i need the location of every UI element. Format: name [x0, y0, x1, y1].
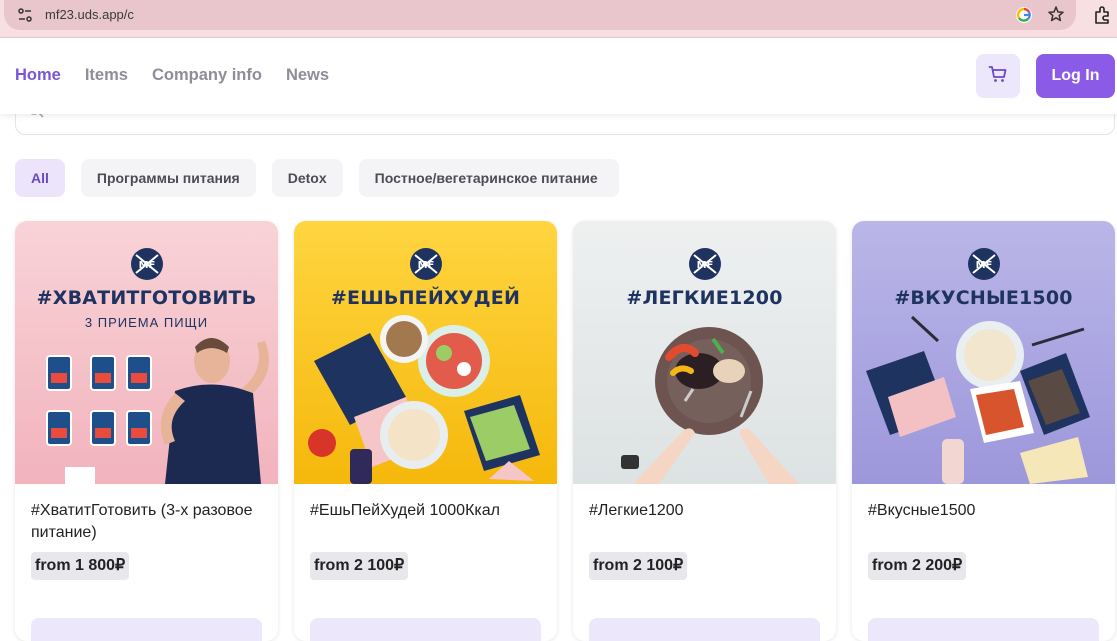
- cart-icon: [988, 64, 1008, 88]
- food-bowls-illustration: [308, 315, 540, 484]
- url-text[interactable]: mf23.uds.app/c: [45, 7, 134, 22]
- category-chip-detox[interactable]: Detox: [271, 159, 343, 197]
- product-image: MF #ЛЕГКИЕ1200: [573, 221, 836, 484]
- site-info-icon[interactable]: [12, 3, 38, 27]
- plate-illustration: [621, 327, 799, 484]
- google-icon[interactable]: [1014, 5, 1034, 25]
- product-image: MF #ЕШЬПЕЙХУДЕЙ: [294, 221, 557, 484]
- add-to-cart-button[interactable]: [589, 618, 820, 641]
- product-title[interactable]: #ЕшьПейХудей 1000Ккал: [310, 500, 546, 522]
- site-header: Home Items Company info News Log In: [0, 38, 1117, 114]
- address-bar[interactable]: mf23.uds.app/c: [4, 0, 1076, 30]
- extensions-icon[interactable]: [1092, 4, 1114, 26]
- product-card[interactable]: MF #ВКУСНЫЕ1500 #Вкусные1500 from 2 200₽: [852, 221, 1115, 641]
- category-chip-all[interactable]: All: [15, 159, 65, 197]
- food-boxes-illustration: [866, 315, 1090, 484]
- product-title[interactable]: #Легкие1200: [589, 500, 825, 522]
- add-to-cart-button[interactable]: [310, 618, 541, 641]
- nav-items[interactable]: Items: [85, 66, 128, 85]
- food-containers-illustration: [46, 338, 269, 484]
- category-chip-programs[interactable]: Программы питания: [80, 159, 256, 197]
- login-button[interactable]: Log In: [1036, 54, 1115, 98]
- product-image: MF #ВКУСНЫЕ1500: [852, 221, 1115, 484]
- category-chip-vegetarian[interactable]: Постное/вегетаринское питание: [358, 159, 619, 197]
- product-title[interactable]: #ХватитГотовить (3-х разовое питание): [31, 500, 267, 544]
- nav-news[interactable]: News: [286, 66, 329, 85]
- bookmark-star-icon[interactable]: [1046, 4, 1066, 24]
- product-card[interactable]: MF #ХВАТИТГОТОВИТЬ 3 ПРИЕМА ПИЩИ #Хватит…: [15, 221, 278, 641]
- main-nav: Home Items Company info News: [15, 66, 329, 85]
- product-grid: MF #ХВАТИТГОТОВИТЬ 3 ПРИЕМА ПИЩИ #Хватит…: [15, 221, 1115, 641]
- product-price: from 1 800₽: [31, 552, 130, 580]
- category-filter: All Программы питания Detox Постное/веге…: [15, 159, 619, 197]
- nav-company-info[interactable]: Company info: [152, 66, 262, 85]
- browser-chrome: mf23.uds.app/c: [0, 0, 1117, 38]
- product-card[interactable]: MF #ЛЕГКИЕ1200 #Легкие1200 from 2 100₽: [573, 221, 836, 641]
- cart-button[interactable]: [976, 54, 1020, 98]
- product-price: from 2 100₽: [310, 552, 409, 580]
- product-price: from 2 200₽: [868, 552, 967, 580]
- product-image: MF #ХВАТИТГОТОВИТЬ 3 ПРИЕМА ПИЩИ: [15, 221, 278, 484]
- product-price: from 2 100₽: [589, 552, 688, 580]
- add-to-cart-button[interactable]: [868, 618, 1099, 641]
- nav-home[interactable]: Home: [15, 66, 61, 85]
- product-card[interactable]: MF #ЕШЬПЕЙХУДЕЙ #ЕшьПейХудей 1000Ккал fr…: [294, 221, 557, 641]
- add-to-cart-button[interactable]: [31, 618, 262, 641]
- product-title[interactable]: #Вкусные1500: [868, 500, 1104, 522]
